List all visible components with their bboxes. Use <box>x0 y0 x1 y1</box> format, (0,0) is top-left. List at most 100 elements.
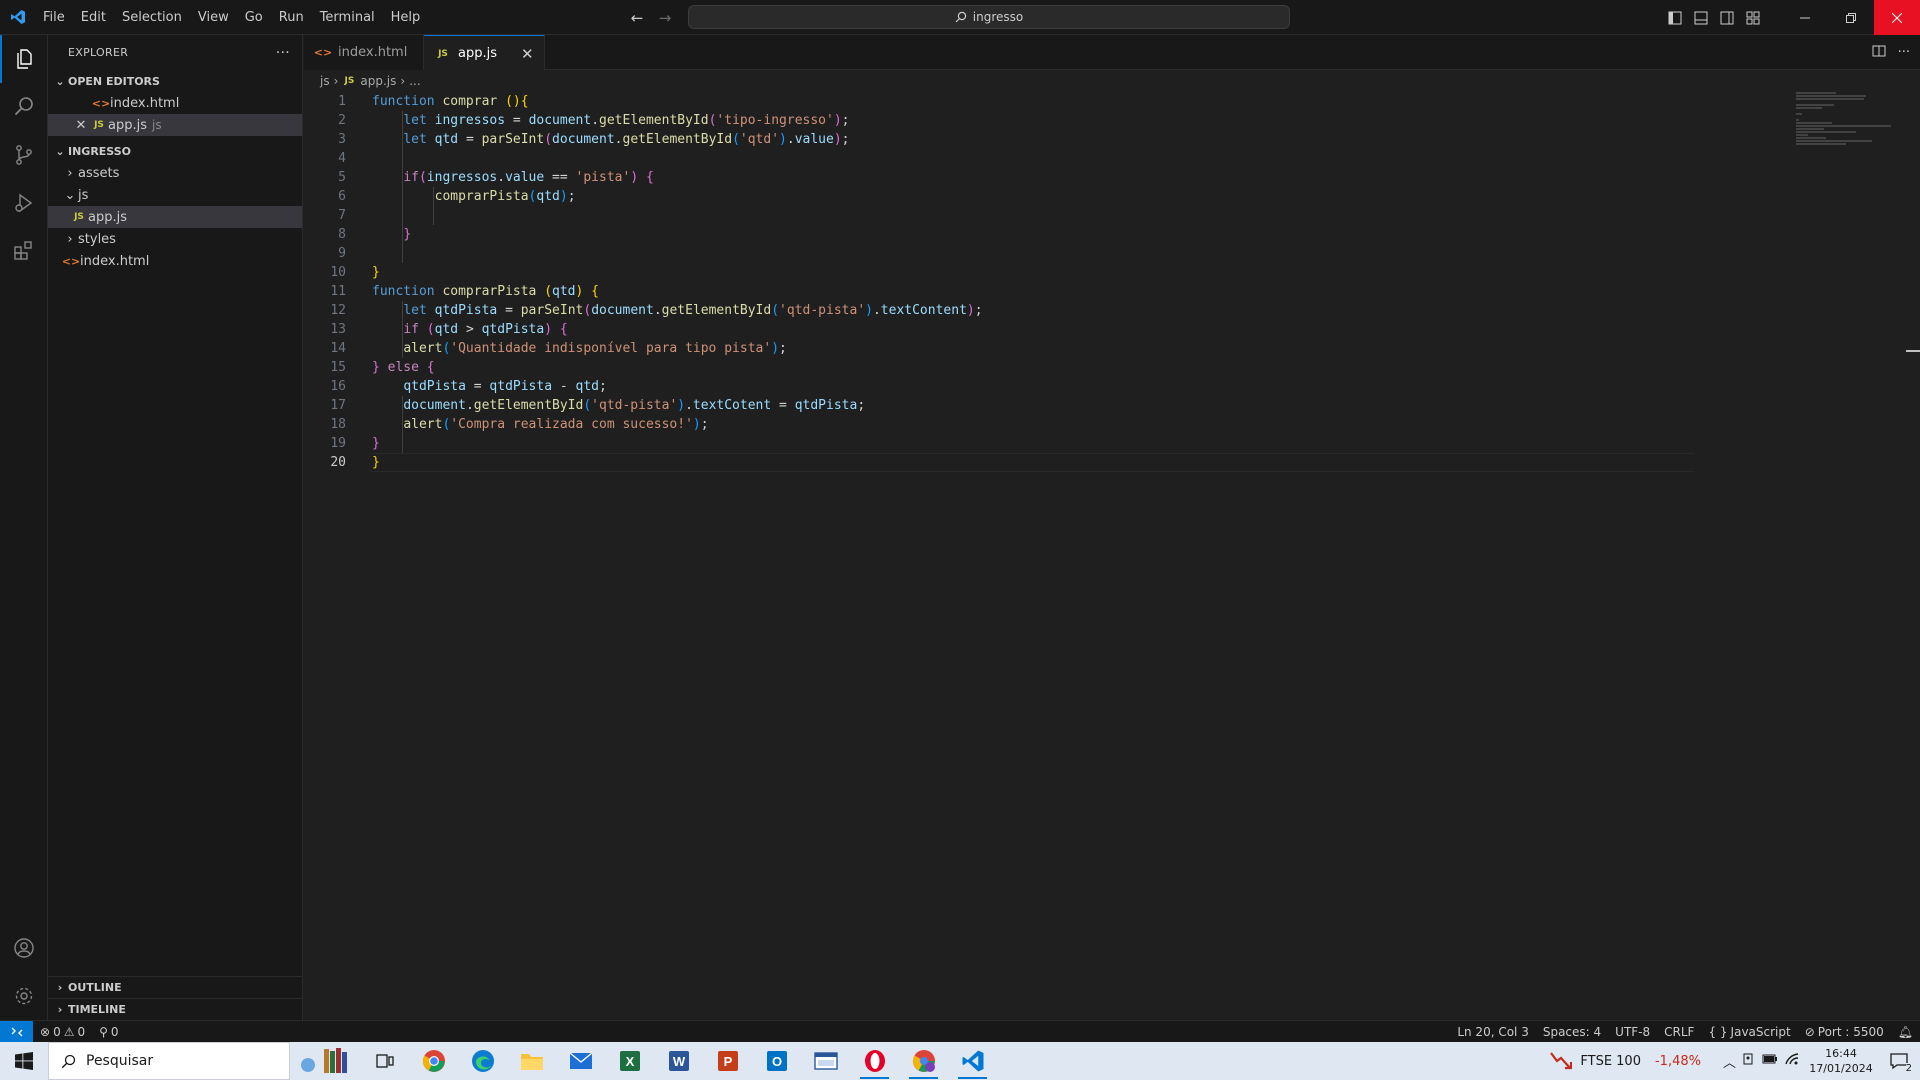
source-control-icon[interactable] <box>0 131 48 179</box>
tab-index-html[interactable]: <> index.html <box>304 35 424 70</box>
vscode-taskbar-icon[interactable] <box>948 1042 997 1080</box>
more-actions-icon[interactable]: ··· <box>1898 45 1910 60</box>
breadcrumb-file[interactable]: app.js <box>360 74 396 88</box>
battery-icon[interactable] <box>1762 1053 1778 1069</box>
arrow-left-icon[interactable]: ← <box>628 9 646 27</box>
opera-icon[interactable] <box>850 1042 899 1080</box>
clock[interactable]: 16:44 17/01/2024 <box>1806 1046 1876 1076</box>
minimap[interactable] <box>1796 92 1906 152</box>
problems-indicator[interactable]: ⊗ 0 ⚠ 0 <box>33 1021 92 1043</box>
end-of-line[interactable]: CRLF <box>1657 1021 1701 1043</box>
command-center-search[interactable]: ingresso <box>688 5 1290 29</box>
menu-help[interactable]: Help <box>383 0 429 35</box>
code-line[interactable]: 12 let qtdPista = parSeInt(document.getE… <box>304 301 1920 320</box>
close-icon[interactable]: ✕ <box>521 45 534 63</box>
split-editor-icon[interactable] <box>1872 44 1886 62</box>
code-line[interactable]: 17 document.getElementById('qtd-pista').… <box>304 396 1920 415</box>
cursor-position[interactable]: Ln 20, Col 3 <box>1450 1021 1536 1043</box>
menu-file[interactable]: File <box>35 0 73 35</box>
open-editor-item[interactable]: <> index.html <box>48 92 302 114</box>
code-line[interactable]: 2 let ingressos = document.getElementByI… <box>304 111 1920 130</box>
close-icon[interactable]: ✕ <box>72 118 90 133</box>
more-actions-icon[interactable]: ··· <box>276 45 290 61</box>
accounts-icon[interactable] <box>0 924 48 972</box>
stock-widget[interactable]: FTSE 100 -1,48% <box>1550 1051 1701 1071</box>
tree-file-appjs[interactable]: JS app.js <box>48 206 302 228</box>
code-line[interactable]: 16 qtdPista = qtdPista - qtd; <box>304 377 1920 396</box>
file-explorer-icon[interactable] <box>507 1042 556 1080</box>
word-icon[interactable]: W <box>654 1042 703 1080</box>
outlook-icon[interactable]: O <box>752 1042 801 1080</box>
windows-start-icon[interactable] <box>0 1042 48 1080</box>
breadcrumb-folder[interactable]: js <box>320 74 330 88</box>
customize-layout-icon[interactable] <box>1744 9 1762 27</box>
toggle-panel-icon[interactable] <box>1692 9 1710 27</box>
meet-now-icon[interactable] <box>1742 1052 1756 1070</box>
language-mode[interactable]: { } JavaScript <box>1701 1021 1797 1043</box>
arrow-right-icon[interactable]: → <box>656 9 674 27</box>
code-line[interactable]: 5 if(ingressos.value == 'pista') { <box>304 168 1920 187</box>
tree-folder-js[interactable]: ⌄ js <box>48 184 302 206</box>
code-line[interactable]: 7 <box>304 206 1920 225</box>
chevron-up-icon[interactable]: ︿ <box>1723 1052 1736 1071</box>
code-line[interactable]: 4 <box>304 149 1920 168</box>
app-window-icon[interactable] <box>801 1042 850 1080</box>
chrome-profile-icon[interactable] <box>899 1042 948 1080</box>
code-line[interactable]: 6 comprarPista(qtd); <box>304 187 1920 206</box>
bell-icon[interactable]: 🔔︎ <box>1891 1021 1920 1043</box>
tree-folder-assets[interactable]: › assets <box>48 162 302 184</box>
open-editor-item[interactable]: ✕ JS app.js js <box>48 114 302 136</box>
code-line[interactable]: 3 let qtd = parSeInt(document.getElement… <box>304 130 1920 149</box>
code-line[interactable]: 11 function comprarPista (qtd) { <box>304 282 1920 301</box>
code-line[interactable]: 19} <box>304 434 1920 453</box>
remote-indicator-icon[interactable] <box>0 1020 33 1043</box>
run-debug-icon[interactable] <box>0 179 48 227</box>
toggle-secondary-sidebar-icon[interactable] <box>1718 9 1736 27</box>
live-server-port[interactable]: ⊘ Port : 5500 <box>1798 1021 1891 1043</box>
mail-icon[interactable] <box>556 1042 605 1080</box>
tab-app-js[interactable]: JS app.js ✕ <box>424 35 545 71</box>
ports-indicator[interactable]: ⚲ 0 <box>92 1021 125 1043</box>
menu-selection[interactable]: Selection <box>114 0 190 35</box>
close-window-button[interactable] <box>1874 0 1920 35</box>
extensions-icon[interactable] <box>0 227 48 275</box>
tree-file-index[interactable]: <> index.html <box>48 250 302 272</box>
excel-icon[interactable]: X <box>605 1042 654 1080</box>
vscode-logo-icon[interactable] <box>0 0 35 35</box>
wifi-icon[interactable] <box>1784 1052 1800 1070</box>
code-line[interactable]: 8 } <box>304 225 1920 244</box>
encoding[interactable]: UTF-8 <box>1608 1021 1657 1043</box>
code-editor[interactable]: 1 function comprar (){2 let ingressos = d… <box>304 92 1920 472</box>
outline-section[interactable]: › OUTLINE <box>48 976 303 998</box>
notifications-icon[interactable]: 2 <box>1882 1042 1916 1080</box>
code-line[interactable]: 15} else { <box>304 358 1920 377</box>
menu-terminal[interactable]: Terminal <box>312 0 383 35</box>
search-icon[interactable] <box>0 83 48 131</box>
indentation[interactable]: Spaces: 4 <box>1536 1021 1608 1043</box>
code-line[interactable]: 13 if (qtd > qtdPista) { <box>304 320 1920 339</box>
tree-folder-styles[interactable]: › styles <box>48 228 302 250</box>
minimize-button[interactable] <box>1782 0 1828 35</box>
code-line[interactable]: 18 alert('Compra realizada com sucesso!'… <box>304 415 1920 434</box>
chrome-icon[interactable] <box>409 1042 458 1080</box>
restore-button[interactable] <box>1828 0 1874 35</box>
gear-icon[interactable] <box>0 972 48 1020</box>
code-line[interactable]: 10} <box>304 263 1920 282</box>
menu-edit[interactable]: Edit <box>73 0 114 35</box>
taskbar-search-input[interactable]: Pesquisar <box>48 1042 290 1080</box>
menu-run[interactable]: Run <box>271 0 312 35</box>
code-line[interactable]: 14 alert('Quantidade indisponível para t… <box>304 339 1920 358</box>
project-section[interactable]: ⌄ INGRESSO <box>48 140 302 162</box>
search-highlight-image[interactable] <box>290 1042 354 1080</box>
toggle-primary-sidebar-icon[interactable] <box>1666 9 1684 27</box>
code-line[interactable]: 9 <box>304 244 1920 263</box>
breadcrumb-symbol[interactable]: ... <box>409 74 420 88</box>
menu-view[interactable]: View <box>190 0 237 35</box>
menu-go[interactable]: Go <box>237 0 271 35</box>
task-view-icon[interactable] <box>360 1042 409 1080</box>
edge-icon[interactable] <box>458 1042 507 1080</box>
open-editors-section[interactable]: ⌄ OPEN EDITORS <box>48 70 302 92</box>
powerpoint-icon[interactable]: P <box>703 1042 752 1080</box>
timeline-section[interactable]: › TIMELINE <box>48 998 303 1020</box>
code-line[interactable]: 1 function comprar (){ <box>304 92 1920 111</box>
